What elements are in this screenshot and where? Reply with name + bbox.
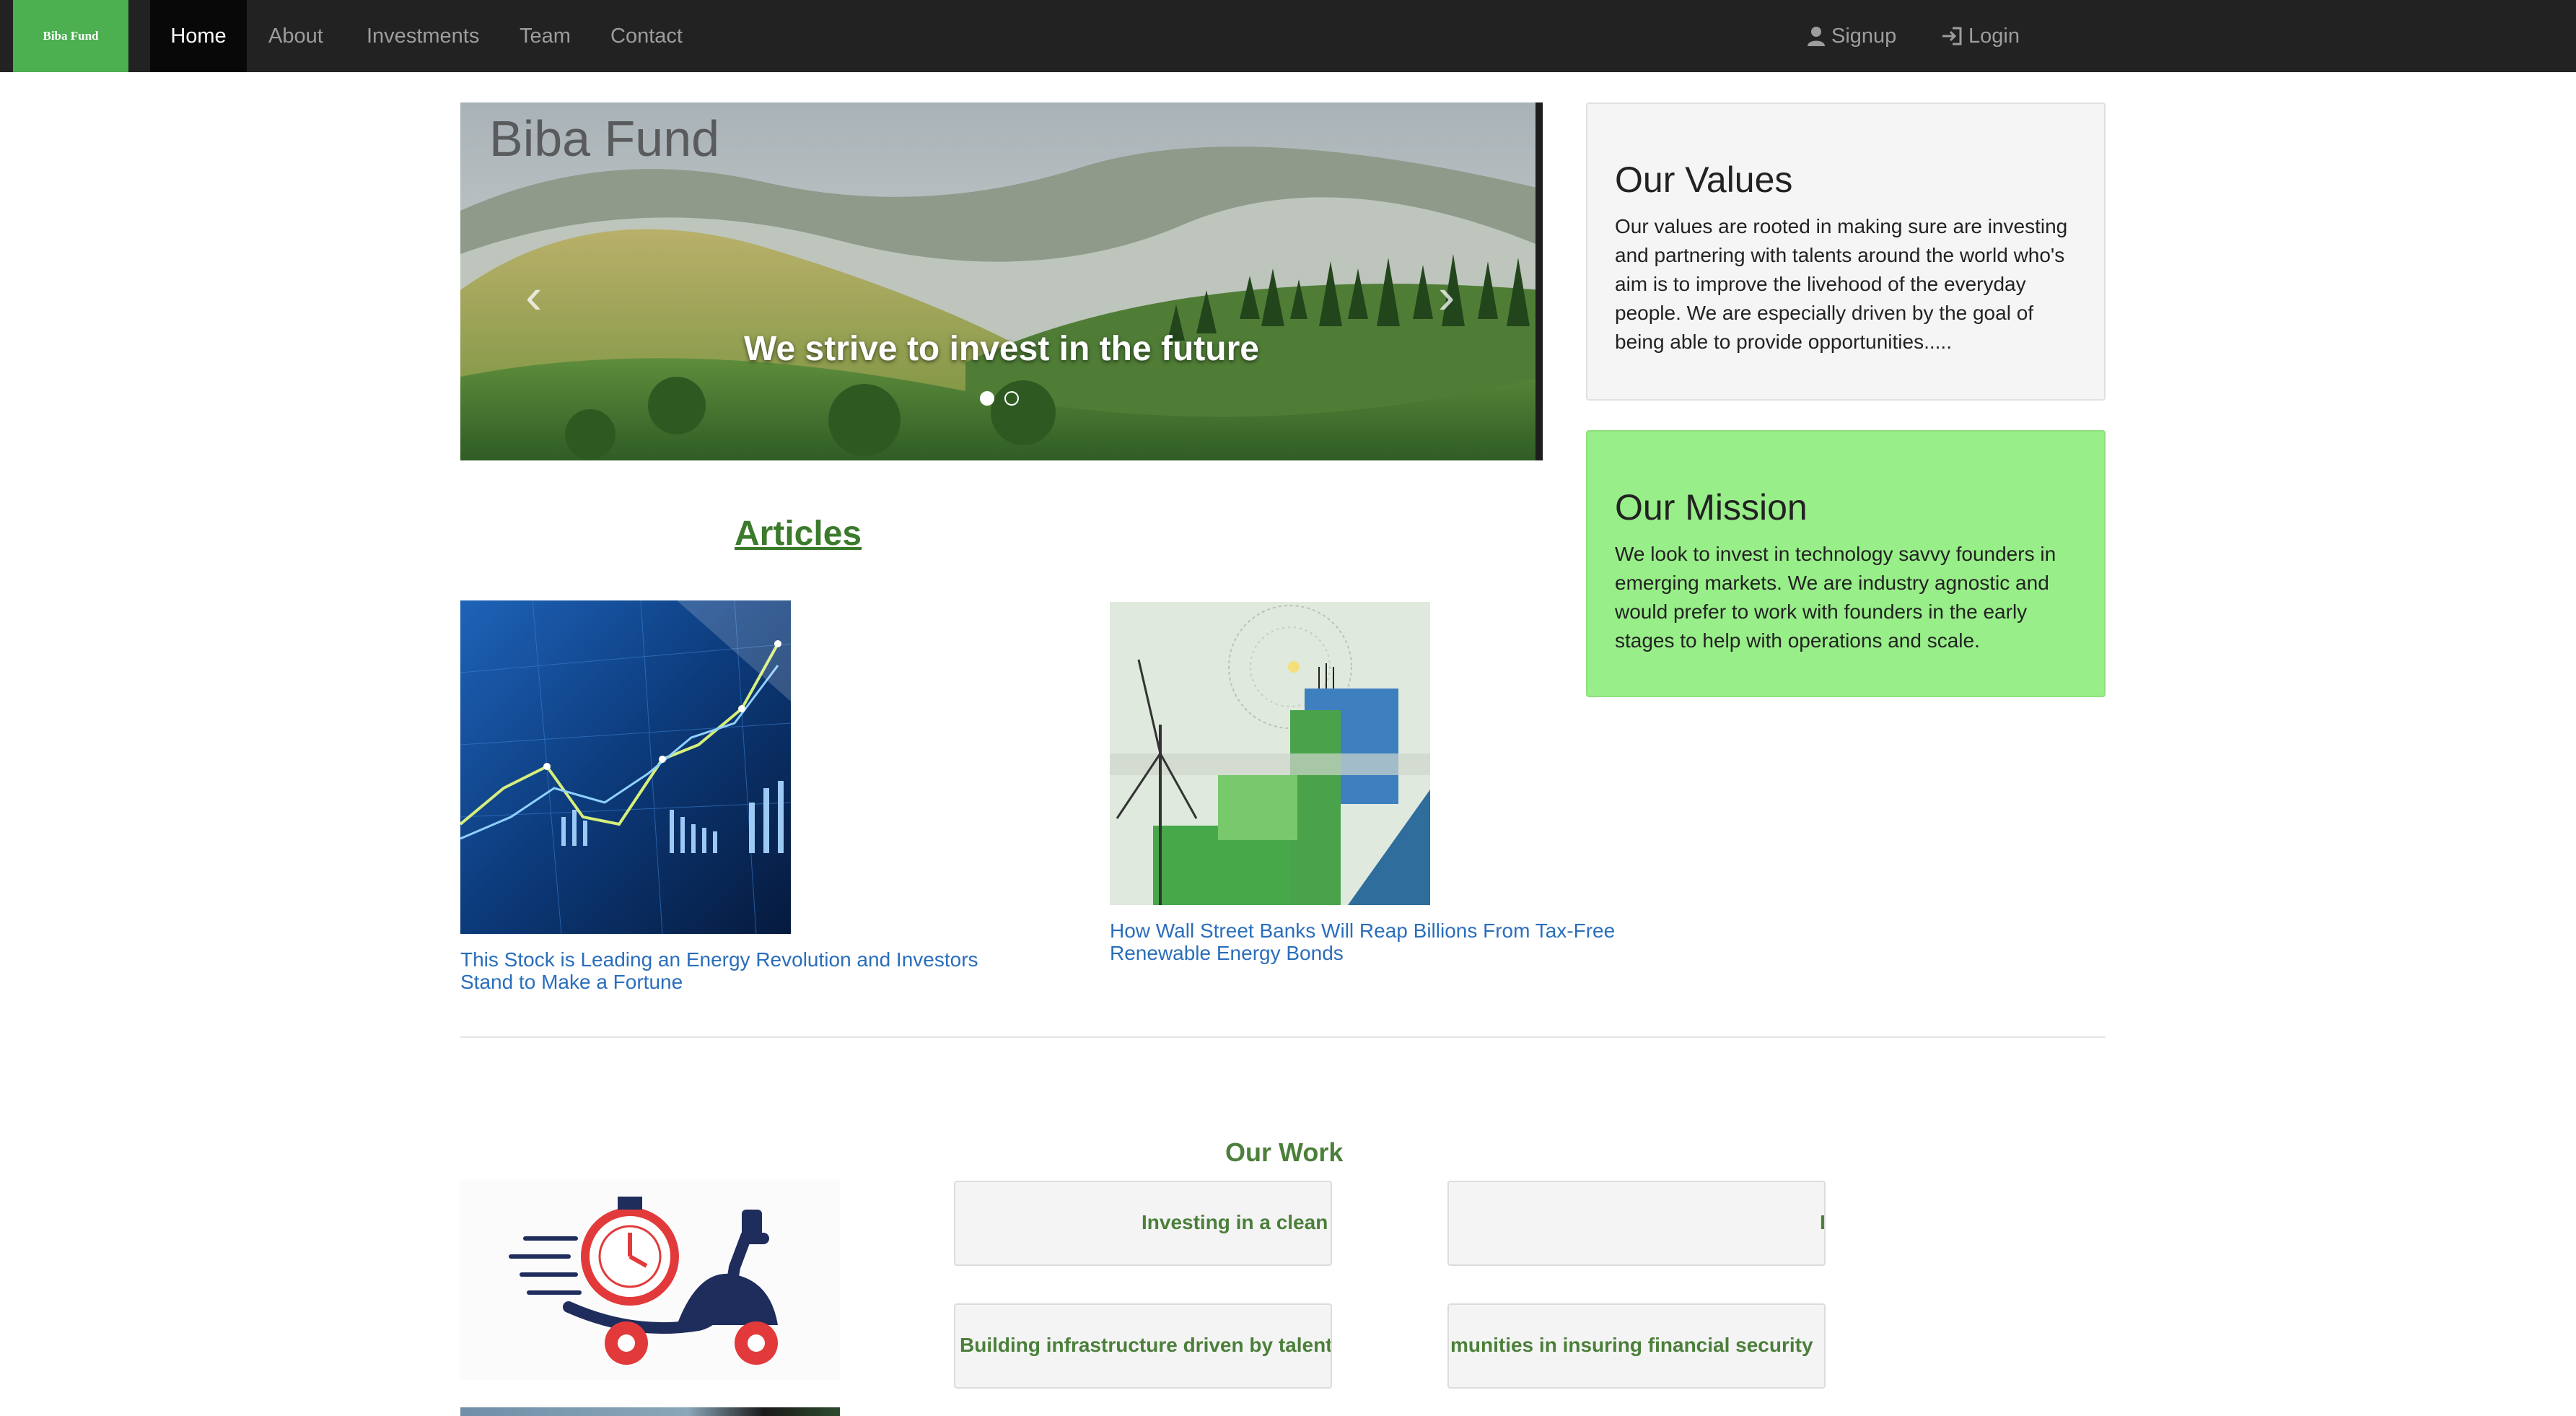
signup-link[interactable]: Signup	[1807, 0, 1896, 72]
article-image-windmill[interactable]	[1110, 602, 1430, 905]
brand-logo[interactable]: Biba Fund	[13, 0, 128, 72]
nav-about[interactable]: About	[268, 0, 323, 72]
our-work-heading: Our Work	[1225, 1137, 1344, 1167]
our-mission-panel: Our Mission We look to invest in technol…	[1586, 430, 2106, 697]
article-link-1[interactable]: This Stock is Leading an Energy Revoluti…	[460, 948, 1009, 993]
signup-label: Signup	[1831, 25, 1897, 48]
brand-label: Biba Fund	[43, 29, 99, 43]
carousel-indicator-2[interactable]	[1004, 391, 1019, 406]
our-mission-text: We look to invest in technology savvy fo…	[1615, 543, 2056, 652]
delivery-scooter-image	[460, 1181, 840, 1380]
nav-team[interactable]: Team	[520, 0, 571, 72]
nav-investments[interactable]: Investments	[367, 0, 479, 72]
nav-home[interactable]: Home	[150, 0, 247, 72]
user-icon	[1808, 27, 1825, 46]
work-card-2[interactable]: E	[1447, 1181, 1826, 1266]
hero-carousel[interactable]: Biba Fund ‹ › We strive to invest in the…	[460, 102, 1543, 460]
login-link[interactable]: Login	[1941, 0, 2020, 72]
our-values-panel: Our Values Our values are rooted in maki…	[1586, 102, 2106, 401]
login-icon	[1942, 27, 1962, 45]
article-image-stock[interactable]	[459, 600, 792, 935]
partial-image-strip	[460, 1407, 840, 1416]
carousel-next-icon[interactable]: ›	[1438, 267, 1455, 325]
login-label: Login	[1968, 25, 2020, 48]
work-card-3-label: Building infrastructure driven by talent	[960, 1334, 1332, 1356]
section-divider	[460, 1036, 2106, 1038]
carousel-caption: We strive to invest in the future	[744, 330, 1259, 368]
work-card-4-label: munities in insuring financial security	[1450, 1334, 1813, 1356]
carousel-prev-icon[interactable]: ‹	[525, 267, 542, 325]
work-card-4[interactable]: munities in insuring financial security	[1447, 1303, 1826, 1389]
work-card-2-label: E	[1820, 1211, 1824, 1234]
carousel-indicator-1[interactable]	[980, 391, 994, 406]
navbar: Biba Fund Home About Investments Team Co…	[0, 0, 2576, 72]
nav-contact[interactable]: Contact	[610, 0, 683, 72]
article-link-2[interactable]: How Wall Street Banks Will Reap Billions…	[1110, 919, 1658, 964]
carousel-brand-text: Biba Fund	[489, 110, 720, 167]
articles-heading[interactable]: Articles	[735, 514, 862, 554]
our-values-title: Our Values	[1615, 159, 1793, 200]
work-card-3[interactable]: Building infrastructure driven by talent	[954, 1303, 1332, 1389]
our-mission-title: Our Mission	[1615, 487, 1808, 528]
work-card-1-label: Investing in a clean	[1142, 1211, 1328, 1233]
work-card-1[interactable]: Investing in a clean	[954, 1181, 1332, 1266]
our-values-text: Our values are rooted in making sure are…	[1615, 215, 2068, 353]
